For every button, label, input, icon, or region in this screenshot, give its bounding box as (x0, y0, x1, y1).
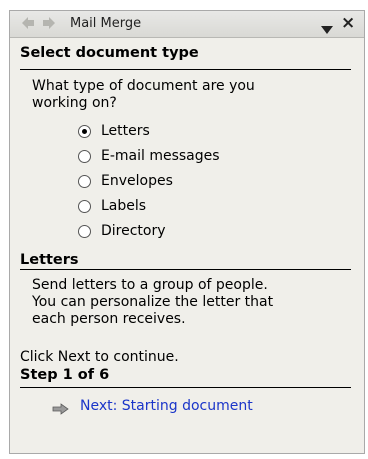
section-heading-letters: Letters (20, 252, 79, 268)
divider (20, 69, 351, 70)
radio-envelopes[interactable]: Envelopes (78, 171, 173, 191)
section-heading-select-type: Select document type (20, 45, 199, 61)
question-text-line1: What type of document are you (32, 78, 255, 94)
radio-button[interactable] (78, 224, 91, 238)
radio-label: Directory (101, 223, 166, 239)
radio-button[interactable] (78, 124, 91, 138)
mail-merge-task-pane: Mail Merge × Select document type What t… (9, 10, 365, 454)
radio-button[interactable] (78, 199, 91, 213)
dropdown-arrow-icon[interactable] (320, 20, 334, 34)
divider (20, 387, 351, 388)
radio-button[interactable] (78, 149, 91, 163)
task-pane-titlebar: Mail Merge × (10, 11, 364, 38)
task-pane-title: Mail Merge (70, 16, 142, 31)
description-line2: You can personalize the letter that (32, 294, 274, 310)
radio-label: Envelopes (101, 173, 173, 189)
radio-directory[interactable]: Directory (78, 221, 166, 241)
next-starting-document-link[interactable]: Next: Starting document (52, 398, 253, 415)
radio-label: Labels (101, 198, 147, 214)
description-line1: Send letters to a group of people. (32, 277, 268, 293)
radio-email-messages[interactable]: E-mail messages (78, 146, 220, 166)
continue-instruction: Click Next to continue. (20, 349, 179, 365)
radio-labels[interactable]: Labels (78, 196, 146, 216)
radio-letters[interactable]: Letters (78, 121, 150, 141)
divider (20, 269, 351, 270)
radio-label: E-mail messages (101, 148, 220, 164)
step-heading: Step 1 of 6 (20, 367, 110, 383)
next-link-label[interactable]: Next: Starting document (80, 398, 253, 414)
back-arrow-icon[interactable] (21, 16, 35, 30)
close-icon[interactable]: × (341, 14, 355, 32)
radio-label: Letters (101, 123, 150, 139)
radio-button[interactable] (78, 174, 91, 188)
question-text-line2: working on? (32, 95, 117, 111)
description-line3: each person receives. (32, 311, 186, 327)
next-arrow-icon (52, 400, 70, 415)
forward-arrow-icon[interactable] (42, 16, 56, 30)
